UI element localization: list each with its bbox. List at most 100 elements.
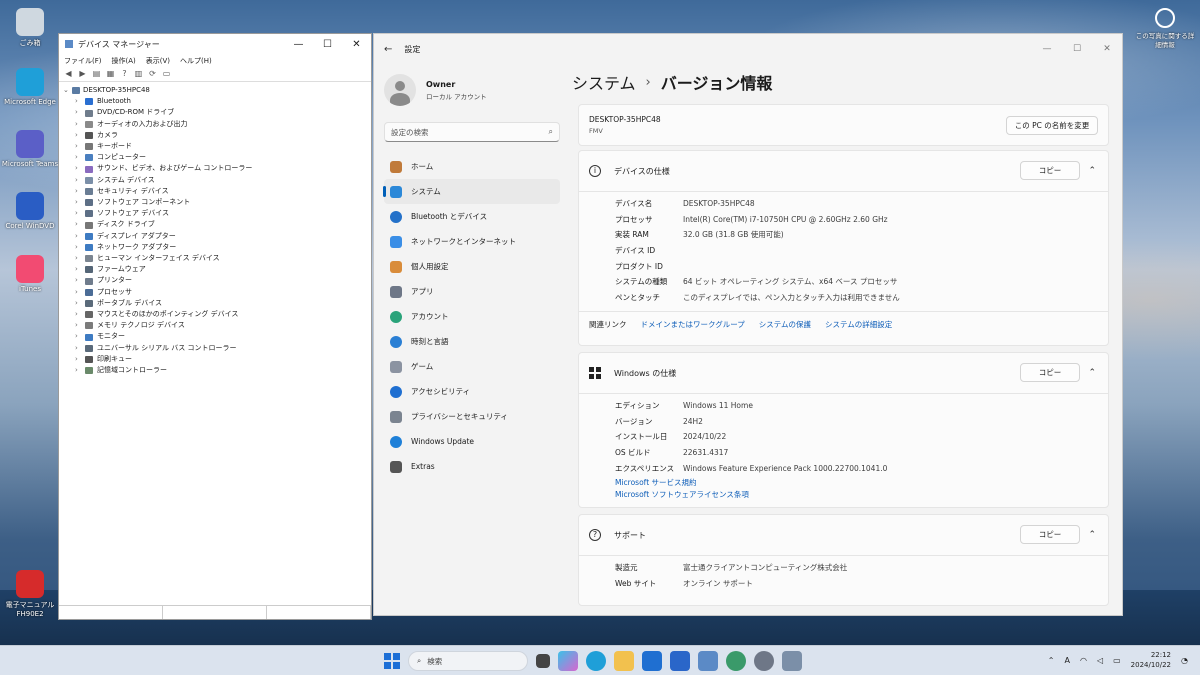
task-view-icon[interactable] (536, 654, 550, 668)
back-arrow-icon[interactable]: ◀ (63, 69, 74, 79)
domain-workgroup-link[interactable]: ドメインまたはワークグループ (641, 319, 745, 330)
help-icon[interactable]: ? (119, 69, 130, 79)
device-category[interactable]: › ネットワーク アダプター (63, 242, 371, 253)
nav-item[interactable]: ネットワークとインターネット (384, 229, 560, 254)
device-category[interactable]: › オーディオの入力および出力 (63, 119, 371, 130)
device-category[interactable]: › プリンター (63, 275, 371, 286)
chevron-right-icon[interactable]: › (75, 107, 81, 118)
bell-icon[interactable]: ◔ (1181, 656, 1188, 665)
device-category[interactable]: › ソフトウェア デバイス (63, 208, 371, 219)
device-category[interactable]: › ヒューマン インターフェイス デバイス (63, 253, 371, 264)
minimize-button[interactable]: — (284, 39, 313, 50)
device-category[interactable]: › 記憶域コントローラー (63, 365, 371, 376)
desktop-icon[interactable]: Microsoft Teams (0, 130, 60, 168)
network-icon[interactable] (726, 651, 746, 671)
nav-item[interactable]: Bluetooth とデバイス (384, 204, 560, 229)
properties-icon[interactable]: ▤ (91, 69, 102, 79)
details-icon[interactable]: ▦ (105, 69, 116, 79)
start-button[interactable] (384, 653, 400, 669)
chevron-right-icon[interactable]: › (75, 219, 81, 230)
nav-item[interactable]: システム (383, 179, 560, 204)
device-category[interactable]: › ユニバーサル シリアル バス コントローラー (63, 343, 371, 354)
ime-indicator[interactable]: A (1064, 656, 1069, 665)
nav-item[interactable]: アクセシビリティ (384, 379, 560, 404)
breadcrumb-parent[interactable]: システム (572, 70, 636, 94)
file-explorer-icon[interactable] (614, 651, 634, 671)
chevron-right-icon[interactable]: › (75, 242, 81, 253)
chevron-right-icon[interactable]: › (75, 231, 81, 242)
system-protection-link[interactable]: システムの保護 (759, 319, 811, 330)
chevron-right-icon[interactable]: › (75, 163, 81, 174)
maximize-button[interactable]: ☐ (1062, 44, 1092, 54)
windows-spec-header[interactable]: Windows の仕様 コピー ⌃ (579, 353, 1108, 393)
chevron-right-icon[interactable]: › (75, 320, 81, 331)
nav-item[interactable]: 時刻と言語 (384, 329, 560, 354)
nav-item[interactable]: アプリ (384, 279, 560, 304)
close-button[interactable]: ✕ (1092, 44, 1122, 54)
back-arrow-icon[interactable]: ← (384, 44, 392, 55)
device-category[interactable]: › コンピューター (63, 152, 371, 163)
device-category[interactable]: › モニター (63, 331, 371, 342)
chevron-right-icon[interactable]: › (75, 331, 81, 342)
desktop-icon[interactable]: Corel WinDVD (0, 192, 60, 230)
view-icon[interactable]: ▥ (133, 69, 144, 79)
chevron-right-icon[interactable]: › (75, 208, 81, 219)
nav-item[interactable]: アカウント (384, 304, 560, 329)
settings-search-input[interactable]: 設定の検索 ⌕ (384, 122, 560, 142)
maximize-button[interactable]: ☐ (313, 39, 342, 50)
desktop-icon[interactable]: Microsoft Edge (0, 68, 60, 106)
tree-root[interactable]: ⌄ DESKTOP-35HPC48 (63, 85, 371, 96)
device-category[interactable]: › ディスプレイ アダプター (63, 231, 371, 242)
device-category[interactable]: › ディスク ドライブ (63, 219, 371, 230)
chevron-right-icon[interactable]: › (75, 298, 81, 309)
chevron-right-icon[interactable]: › (75, 287, 81, 298)
chevron-right-icon[interactable]: › (75, 119, 81, 130)
chevron-right-icon[interactable]: › (75, 354, 81, 365)
service-agreement-link[interactable]: Microsoft サービス規約 (615, 477, 1108, 490)
menu-item[interactable]: ヘルプ(H) (180, 56, 212, 66)
chevron-right-icon[interactable]: › (75, 130, 81, 141)
desktop-icon[interactable]: iTunes (0, 255, 60, 293)
device-category[interactable]: › 印刷キュー (63, 354, 371, 365)
advanced-system-settings-link[interactable]: システムの詳細設定 (825, 319, 892, 330)
device-category[interactable]: › プロセッサ (63, 287, 371, 298)
copy-button[interactable]: コピー (1020, 525, 1080, 544)
profile[interactable]: Owner ローカル アカウント (384, 70, 560, 110)
device-category[interactable]: › ファームウェア (63, 264, 371, 275)
device-manager-titlebar[interactable]: デバイス マネージャー — ☐ ✕ (59, 34, 371, 54)
remote-desktop-icon[interactable] (698, 651, 718, 671)
settings-gear-icon[interactable] (754, 651, 774, 671)
forward-arrow-icon[interactable]: ▶ (77, 69, 88, 79)
copilot-icon[interactable] (558, 651, 578, 671)
device-category[interactable]: › システム デバイス (63, 175, 371, 186)
photo-info-widget[interactable]: この写真に関する詳細情報 (1130, 8, 1200, 50)
nav-item[interactable]: Windows Update (384, 429, 560, 454)
device-category[interactable]: › ポータブル デバイス (63, 298, 371, 309)
device-category[interactable]: › マウスとそのほかのポインティング デバイス (63, 309, 371, 320)
store-icon[interactable] (670, 651, 690, 671)
menu-item[interactable]: 操作(A) (112, 56, 136, 66)
chevron-right-icon[interactable]: › (75, 343, 81, 354)
chevron-up-icon[interactable]: ⌃ (1088, 166, 1096, 176)
support-header[interactable]: ? サポート コピー ⌃ (579, 515, 1108, 555)
minimize-button[interactable]: — (1032, 44, 1062, 54)
mail-icon[interactable] (642, 651, 662, 671)
device-category[interactable]: › キーボード (63, 141, 371, 152)
copy-button[interactable]: コピー (1020, 161, 1080, 180)
nav-item[interactable]: Extras (384, 454, 560, 479)
chevron-right-icon[interactable]: › (75, 141, 81, 152)
copy-button[interactable]: コピー (1020, 363, 1080, 382)
nav-item[interactable]: ゲーム (384, 354, 560, 379)
settings-titlebar[interactable]: ← 設定 — ☐ ✕ (374, 34, 1122, 64)
chevron-right-icon[interactable]: › (75, 175, 81, 186)
volume-icon[interactable]: ◁ (1097, 656, 1103, 665)
device-category[interactable]: › サウンド、ビデオ、およびゲーム コントローラー (63, 163, 371, 174)
chevron-right-icon[interactable]: › (75, 197, 81, 208)
edge-icon[interactable] (586, 651, 606, 671)
battery-icon[interactable]: ▭ (1113, 656, 1121, 665)
chevron-right-icon[interactable]: › (75, 275, 81, 286)
desktop-icon[interactable]: ごみ箱 (0, 8, 60, 48)
chevron-right-icon[interactable]: › (75, 309, 81, 320)
device-category[interactable]: › Bluetooth (63, 96, 371, 107)
chevron-up-icon[interactable]: ⌃ (1088, 368, 1096, 378)
